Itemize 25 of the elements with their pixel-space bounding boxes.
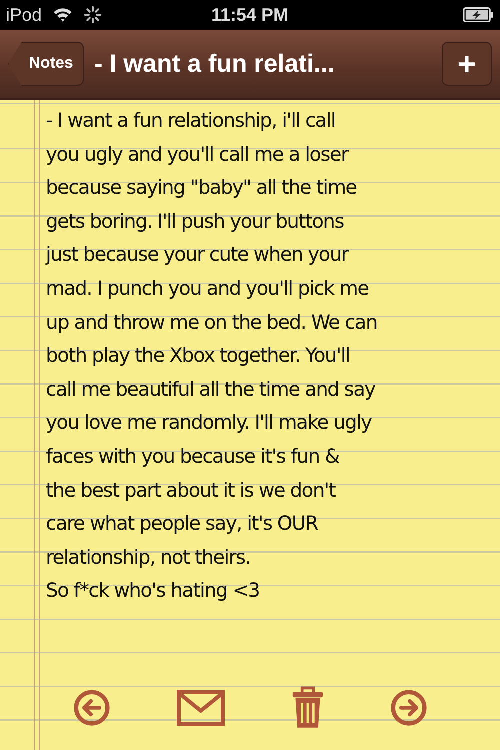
note-line: call me beautiful all the time and say — [46, 376, 376, 403]
note-line: you love me randomly. I'll make ugly — [46, 410, 373, 436]
note-line: mad. I punch you and you'll pick me — [46, 276, 370, 302]
note-line: care what people say, it's OUR — [46, 511, 320, 538]
activity-spinner-icon — [84, 6, 102, 24]
note-line: both play the Xbox together. You'll — [46, 343, 351, 370]
note-line: So f*ck who's hating <3 — [46, 578, 261, 604]
note-title: - I want a fun relati... — [94, 50, 336, 78]
trash-icon[interactable] — [290, 686, 324, 730]
note-line: up and throw me on the bed. We can — [46, 310, 378, 336]
note-line: you ugly and you'll call me a loser — [46, 142, 350, 168]
note-line: the best part about it is we don't — [46, 478, 337, 504]
note-line: because saying "baby" all the time — [46, 175, 358, 202]
note-line: faces with you because it's fun & — [46, 444, 340, 470]
mail-icon[interactable] — [176, 689, 226, 727]
note-line: just because your cute when your — [46, 242, 350, 268]
carrier-label: iPod — [6, 4, 42, 26]
back-button[interactable]: Notes — [8, 42, 84, 86]
note-line: relationship, not theirs. — [46, 544, 252, 571]
clock-time: 11:54 PM — [211, 4, 289, 26]
battery-charging-icon — [463, 7, 494, 23]
note-line: gets boring. I'll push your buttons — [46, 208, 345, 235]
note-line: - I want a fun relationship, i'll call — [46, 108, 336, 134]
add-button[interactable]: + — [442, 42, 492, 86]
wifi-icon — [52, 7, 74, 23]
